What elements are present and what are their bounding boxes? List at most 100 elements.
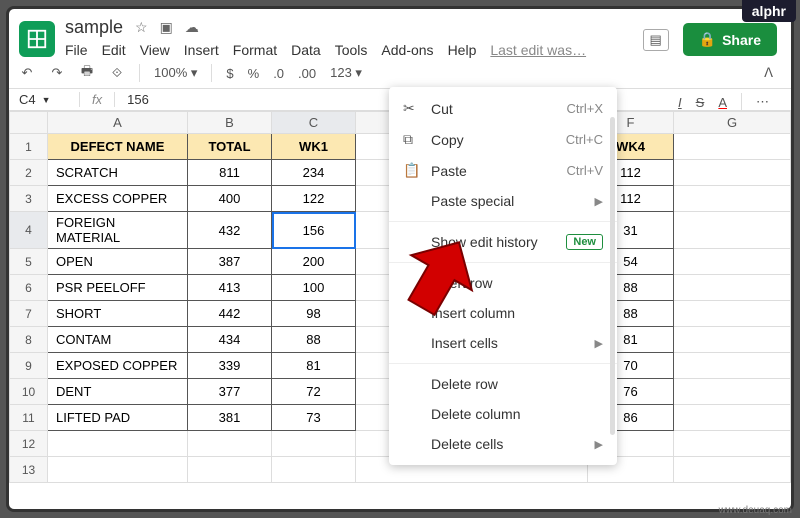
cell[interactable]: 811 bbox=[188, 160, 272, 186]
ctx-paste-special[interactable]: Paste special▶ bbox=[389, 186, 617, 216]
cell[interactable]: 413 bbox=[188, 275, 272, 301]
ctx-insert-cells[interactable]: Insert cells▶ bbox=[389, 328, 617, 358]
row-header[interactable]: 7 bbox=[10, 301, 48, 327]
menu-insert[interactable]: Insert bbox=[184, 42, 219, 58]
cell[interactable]: 381 bbox=[188, 405, 272, 431]
sheets-logo[interactable] bbox=[19, 21, 55, 57]
cell[interactable] bbox=[674, 212, 791, 249]
cell[interactable] bbox=[674, 353, 791, 379]
cell[interactable]: EXCESS COPPER bbox=[48, 186, 188, 212]
collapse-toolbar-icon[interactable]: ᐱ bbox=[764, 65, 781, 81]
move-icon[interactable]: ▣ bbox=[160, 19, 173, 36]
menu-edit[interactable]: Edit bbox=[102, 42, 126, 58]
cell[interactable]: 387 bbox=[188, 249, 272, 275]
italic-button[interactable]: I bbox=[678, 95, 682, 110]
cloud-icon[interactable]: ☁ bbox=[185, 19, 199, 36]
menu-view[interactable]: View bbox=[140, 42, 170, 58]
row-header[interactable]: 5 bbox=[10, 249, 48, 275]
cell[interactable]: 81 bbox=[272, 353, 356, 379]
ctx-delete-row[interactable]: Delete row bbox=[389, 369, 617, 399]
row-header[interactable]: 13 bbox=[10, 457, 48, 483]
col-header-a[interactable]: A bbox=[48, 112, 188, 134]
cell[interactable]: OPEN bbox=[48, 249, 188, 275]
row-header[interactable]: 4 bbox=[10, 212, 48, 249]
row-header[interactable]: 6 bbox=[10, 275, 48, 301]
ctx-show-edit-history[interactable]: Show edit historyNew bbox=[389, 227, 617, 257]
cell[interactable]: 72 bbox=[272, 379, 356, 405]
cell[interactable] bbox=[272, 457, 356, 483]
row-header[interactable]: 2 bbox=[10, 160, 48, 186]
ctx-cut[interactable]: ✂CutCtrl+X bbox=[389, 93, 617, 124]
cell[interactable]: CONTAM bbox=[48, 327, 188, 353]
ctx-paste[interactable]: 📋PasteCtrl+V bbox=[389, 155, 617, 186]
ctx-delete-column[interactable]: Delete column bbox=[389, 399, 617, 429]
row-header[interactable]: 9 bbox=[10, 353, 48, 379]
ctx-insert-column[interactable]: Insert column bbox=[389, 298, 617, 328]
selected-cell[interactable]: 156 bbox=[272, 212, 356, 249]
ctx-copy[interactable]: ⧉CopyCtrl+C bbox=[389, 124, 617, 155]
cell[interactable]: PSR PEELOFF bbox=[48, 275, 188, 301]
cell[interactable]: 98 bbox=[272, 301, 356, 327]
cell[interactable]: SCRATCH bbox=[48, 160, 188, 186]
text-color-button[interactable]: A bbox=[718, 95, 727, 110]
cell[interactable]: 73 bbox=[272, 405, 356, 431]
share-button[interactable]: 🔒Share bbox=[683, 23, 777, 56]
cell[interactable] bbox=[674, 186, 791, 212]
cell[interactable] bbox=[272, 431, 356, 457]
cell[interactable] bbox=[674, 160, 791, 186]
format-123-button[interactable]: 123 ▾ bbox=[330, 65, 362, 81]
cell[interactable]: 100 bbox=[272, 275, 356, 301]
comments-button[interactable]: ▤ bbox=[643, 29, 669, 51]
print-icon[interactable]: 🖶 bbox=[79, 65, 95, 81]
row-header[interactable]: 11 bbox=[10, 405, 48, 431]
menu-help[interactable]: Help bbox=[448, 42, 477, 58]
menu-tools[interactable]: Tools bbox=[335, 42, 368, 58]
menu-data[interactable]: Data bbox=[291, 42, 321, 58]
zoom-select[interactable]: 100% ▾ bbox=[154, 65, 197, 81]
ctx-insert-row[interactable]: Insert row bbox=[389, 268, 617, 298]
cell[interactable]: 400 bbox=[188, 186, 272, 212]
cell[interactable]: 234 bbox=[272, 160, 356, 186]
strikethrough-button[interactable]: S bbox=[696, 95, 705, 110]
cell[interactable] bbox=[674, 431, 791, 457]
cell[interactable] bbox=[674, 379, 791, 405]
col-header-c[interactable]: C bbox=[272, 112, 356, 134]
paint-format-icon[interactable]: ⟐ bbox=[109, 65, 125, 81]
name-box[interactable]: C4 ▼ bbox=[19, 92, 79, 107]
row-header[interactable]: 12 bbox=[10, 431, 48, 457]
last-edit-link[interactable]: Last edit was… bbox=[490, 42, 586, 58]
redo-icon[interactable]: ↷ bbox=[49, 65, 65, 81]
cell[interactable] bbox=[674, 405, 791, 431]
cell[interactable] bbox=[674, 327, 791, 353]
star-icon[interactable]: ☆ bbox=[135, 19, 148, 36]
menu-file[interactable]: File bbox=[65, 42, 88, 58]
col-header-b[interactable]: B bbox=[188, 112, 272, 134]
more-tools-button[interactable]: ⋯ bbox=[756, 94, 771, 110]
currency-button[interactable]: $ bbox=[226, 66, 233, 81]
select-all-corner[interactable] bbox=[10, 112, 48, 134]
menu-addons[interactable]: Add-ons bbox=[381, 42, 433, 58]
cell[interactable] bbox=[674, 457, 791, 483]
dec-decrease-button[interactable]: .0 bbox=[273, 66, 284, 81]
percent-button[interactable]: % bbox=[248, 66, 260, 81]
undo-icon[interactable]: ↶ bbox=[19, 65, 35, 81]
cell[interactable] bbox=[48, 431, 188, 457]
cell[interactable]: FOREIGN MATERIAL bbox=[48, 212, 188, 249]
doc-title[interactable]: sample bbox=[65, 17, 123, 38]
row-header[interactable]: 8 bbox=[10, 327, 48, 353]
cell[interactable] bbox=[674, 275, 791, 301]
cell[interactable]: 442 bbox=[188, 301, 272, 327]
cell[interactable]: SHORT bbox=[48, 301, 188, 327]
menu-format[interactable]: Format bbox=[233, 42, 277, 58]
cell[interactable]: 200 bbox=[272, 249, 356, 275]
cell[interactable]: DENT bbox=[48, 379, 188, 405]
scrollbar[interactable] bbox=[610, 117, 615, 435]
cell[interactable]: EXPOSED COPPER bbox=[48, 353, 188, 379]
cell[interactable] bbox=[48, 457, 188, 483]
cell[interactable] bbox=[674, 134, 791, 160]
row-header[interactable]: 1 bbox=[10, 134, 48, 160]
col-header-g[interactable]: G bbox=[674, 112, 791, 134]
row-header[interactable]: 10 bbox=[10, 379, 48, 405]
cell[interactable] bbox=[188, 457, 272, 483]
cell[interactable]: LIFTED PAD bbox=[48, 405, 188, 431]
